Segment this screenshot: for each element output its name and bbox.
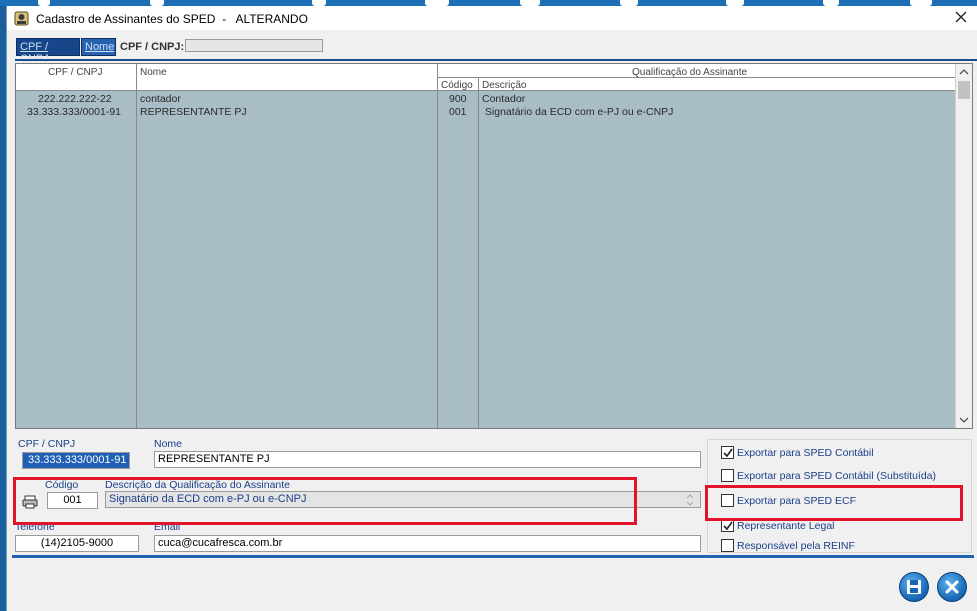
tab-nome[interactable]: Nome [81, 38, 116, 56]
search-bar: CPF / CNPJ Nome CPF / CNPJ: [7, 30, 977, 65]
scroll-up-icon[interactable] [959, 67, 969, 77]
tab-cpf-cnpj[interactable]: CPF / CNPJ [16, 38, 80, 65]
row-descricao: Contador [482, 93, 526, 105]
column-divider [478, 77, 479, 428]
column-divider [437, 64, 438, 428]
vertical-scrollbar[interactable] [955, 64, 972, 428]
checkbox-sped-contabil-substituida[interactable]: Exportar para SPED Contábil (Substituída… [721, 469, 936, 482]
checkbox-box[interactable] [721, 539, 734, 552]
email-field[interactable]: cuca@cucafresca.com.br [154, 535, 701, 552]
divider [15, 59, 977, 61]
cancel-icon [945, 580, 959, 594]
signers-grid[interactable]: CPF / CNPJ Nome Qualificação do Assinant… [15, 63, 973, 429]
row-codigo: 001 [449, 106, 467, 118]
nome-field[interactable]: REPRESENTANTE PJ [154, 451, 701, 468]
row-nome: REPRESENTANTE PJ [140, 106, 247, 118]
save-icon [907, 580, 921, 594]
cancel-button[interactable] [937, 572, 967, 602]
dialog-window: Cadastro de Assinantes do SPED - ALTERAN… [6, 6, 977, 611]
highlight-box [705, 485, 963, 521]
column-divider [136, 64, 137, 428]
header-divider [438, 77, 956, 78]
column-header-cpf[interactable]: CPF / CNPJ [48, 67, 102, 78]
spin-arrows-icon[interactable] [684, 493, 696, 507]
checkbox-label: Exportar para SPED Contábil [737, 446, 874, 459]
column-header-codigo[interactable]: Código [441, 80, 473, 91]
cpf-field[interactable]: 33.333.333/0001-91 [22, 452, 130, 469]
row-nome: contador [140, 93, 181, 105]
scroll-down-icon[interactable] [959, 415, 969, 425]
row-codigo: 900 [449, 93, 467, 105]
checkbox-sped-contabil[interactable]: Exportar para SPED Contábil [721, 446, 874, 459]
footer-bar [7, 555, 977, 611]
checkbox-box[interactable] [721, 469, 734, 482]
edit-form: CPF / CNPJ 33.333.333/0001-91 Nome REPRE… [7, 429, 977, 559]
save-button[interactable] [899, 572, 929, 602]
column-header-descricao[interactable]: Descrição [482, 80, 526, 91]
search-label: CPF / CNPJ: [120, 41, 185, 53]
highlight-box [13, 477, 637, 525]
telefone-field[interactable]: (14)2105-9000 [15, 535, 139, 552]
checkbox-box[interactable] [721, 446, 734, 459]
grid-header: CPF / CNPJ Nome Qualificação do Assinant… [16, 64, 956, 91]
checkbox-label: Representante Legal [737, 519, 835, 532]
row-cpf: 33.333.333/0001-91 [27, 106, 122, 118]
title-bar: Cadastro de Assinantes do SPED - ALTERAN… [7, 6, 977, 30]
check-icon [723, 521, 733, 531]
row-descricao: Signatário da ECD com e-PJ ou e-CNPJ [482, 106, 674, 118]
scrollbar-thumb[interactable] [958, 81, 970, 99]
cpf-label: CPF / CNPJ [18, 438, 76, 450]
column-header-nome[interactable]: Nome [140, 67, 167, 78]
footer-divider [12, 555, 974, 558]
checkbox-responsavel-reinf[interactable]: Responsável pela REINF [721, 539, 855, 552]
window-title: Cadastro de Assinantes do SPED - ALTERAN… [36, 12, 308, 26]
search-input[interactable] [185, 39, 323, 52]
close-icon[interactable] [954, 10, 968, 24]
nome-label: Nome [154, 438, 183, 450]
checkbox-label: Responsável pela REINF [737, 539, 855, 552]
checkbox-label: Exportar para SPED Contábil (Substituída… [737, 469, 937, 482]
row-cpf: 222.222.222-22 [38, 93, 112, 105]
app-icon [14, 11, 29, 26]
check-icon [723, 448, 733, 458]
